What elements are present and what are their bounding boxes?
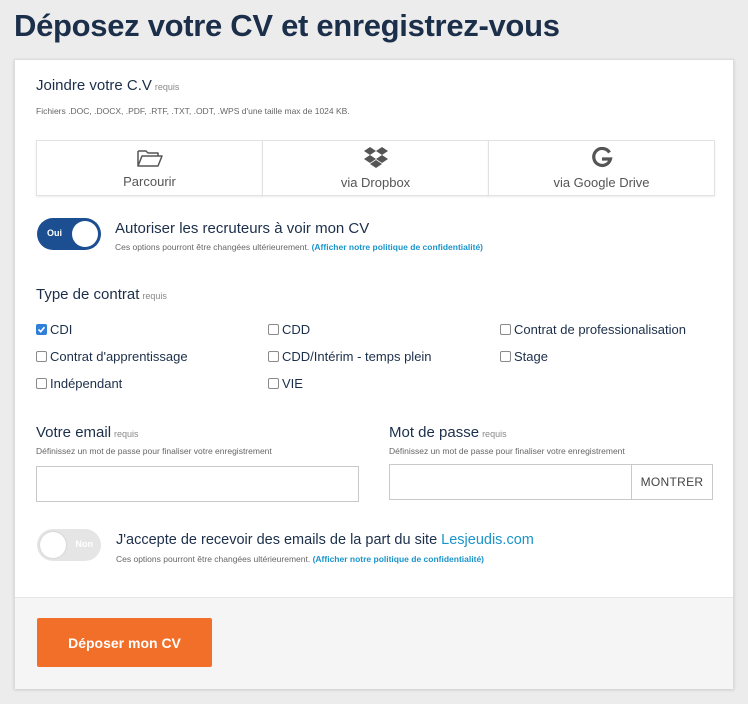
cv-hint: Fichiers .DOC, .DOCX, .PDF, .RTF, .TXT, … [36, 106, 350, 116]
contract-option-label: CDI [50, 322, 73, 337]
checkbox[interactable] [36, 351, 47, 362]
google-drive-label: via Google Drive [553, 174, 650, 190]
email-hint: Définissez un mot de passe pour finalise… [36, 446, 272, 456]
contract-option[interactable]: Indépendant [36, 376, 122, 391]
site-link[interactable]: Lesjeudis.com [441, 532, 534, 548]
password-hint: Définissez un mot de passe pour finalise… [389, 446, 625, 456]
dropbox-icon [363, 146, 388, 168]
checkbox[interactable] [268, 351, 279, 362]
newsletter-label-row: J'accepte de recevoir des emails de la p… [116, 532, 534, 548]
checkbox[interactable] [36, 378, 47, 389]
submit-cv-button[interactable]: Déposer mon CV [37, 618, 212, 667]
visibility-label: Autoriser les recruteurs à voir mon CV [115, 220, 370, 237]
folder-icon [136, 149, 163, 167]
show-password-button[interactable]: MONTRER [631, 464, 713, 500]
google-drive-button[interactable]: via Google Drive [488, 140, 715, 196]
visibility-policy-link[interactable]: (Afficher notre politique de confidentia… [312, 242, 483, 252]
newsletter-policy-link[interactable]: (Afficher notre politique de confidentia… [313, 554, 484, 564]
page-title: Déposez votre CV et enregistrez-vous [14, 8, 560, 43]
visibility-toggle[interactable]: Oui [37, 218, 101, 250]
newsletter-toggle-text: Non [75, 539, 94, 549]
contract-option[interactable]: Contrat de professionalisation [500, 322, 686, 337]
newsletter-toggle[interactable]: Non [37, 529, 101, 561]
dropbox-label: via Dropbox [340, 174, 411, 190]
dropbox-button[interactable]: via Dropbox [262, 140, 489, 196]
contract-option-label: Contrat de professionalisation [514, 322, 686, 337]
contract-option-label: VIE [282, 376, 303, 391]
contract-label: Type de contrat [36, 286, 140, 303]
contract-option-label: CDD/Intérim - temps plein [282, 349, 432, 364]
checkbox[interactable] [268, 324, 279, 335]
browse-button[interactable]: Parcourir [36, 140, 263, 196]
newsletter-hint: Ces options pourront être changées ultér… [116, 554, 311, 564]
visibility-hint-row: Ces options pourront être changées ultér… [115, 242, 483, 252]
checkbox[interactable] [268, 378, 279, 389]
email-label-row: Votre email requis [36, 424, 139, 442]
cv-label: Joindre votre C.V [36, 77, 152, 94]
contract-option[interactable]: Contrat d'apprentissage [36, 349, 188, 364]
email-required: requis [114, 429, 139, 439]
cv-label-row: Joindre votre C.V requis [36, 77, 179, 95]
newsletter-label: J'accepte de recevoir des emails de la p… [116, 532, 438, 548]
contract-option-label: Indépendant [50, 376, 123, 391]
visibility-hint: Ces options pourront être changées ultér… [115, 242, 310, 252]
password-label: Mot de passe [389, 424, 480, 441]
checkbox[interactable] [500, 351, 511, 362]
contract-option-label: CDD [282, 322, 311, 337]
newsletter-hint-row: Ces options pourront être changées ultér… [116, 554, 484, 564]
password-label-row: Mot de passe requis [389, 424, 507, 442]
browse-label: Parcourir [123, 173, 176, 189]
contract-option[interactable]: CDD/Intérim - temps plein [268, 349, 432, 364]
visibility-toggle-text: Oui [47, 228, 62, 238]
upload-options: Parcourir via Dropbox via Google Drive [36, 140, 715, 196]
checkbox[interactable] [500, 324, 511, 335]
registration-form: Joindre votre C.V requis Fichiers .DOC, .… [14, 59, 734, 689]
toggle-knob [72, 221, 98, 247]
contract-option-label: Contrat d'apprentissage [50, 349, 188, 364]
password-field[interactable] [389, 464, 632, 500]
contract-option[interactable]: CDD [268, 322, 310, 337]
contract-option[interactable]: Stage [500, 349, 548, 364]
cv-required: requis [154, 82, 180, 92]
email-field[interactable] [36, 466, 359, 502]
contract-option[interactable]: CDI [36, 322, 72, 337]
contract-required: requis [142, 291, 167, 301]
contract-option[interactable]: VIE [268, 376, 303, 391]
checkbox-checked[interactable] [36, 324, 47, 335]
email-label: Votre email [36, 424, 112, 441]
password-required: requis [482, 429, 507, 439]
contract-label-row: Type de contrat requis [36, 286, 167, 304]
contract-option-label: Stage [514, 349, 548, 364]
toggle-knob [40, 532, 66, 558]
google-icon [591, 146, 613, 167]
form-footer: Déposer mon CV [15, 597, 733, 689]
